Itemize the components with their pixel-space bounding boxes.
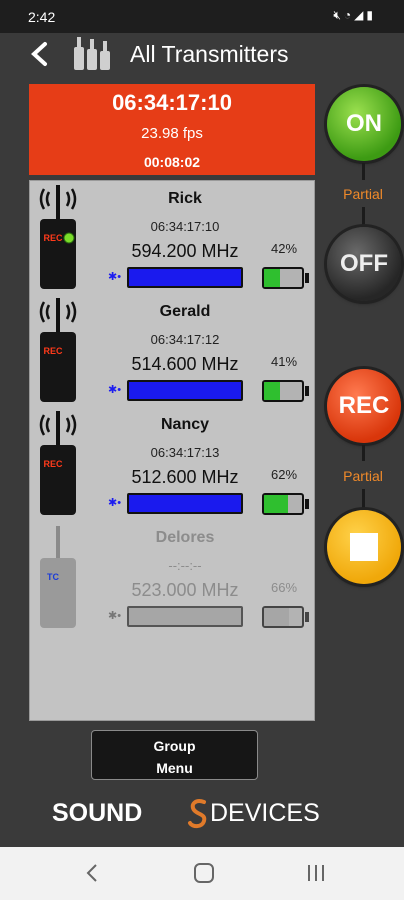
status-time: 2:42 bbox=[28, 9, 56, 25]
transmitter-frequency: 523.000 MHz bbox=[131, 580, 239, 600]
transmitter-row[interactable]: REC Nancy 06:34:17:13 512.600 MHz 62% ✱• bbox=[30, 407, 316, 521]
transmitter-frequency: 512.600 MHz bbox=[131, 467, 239, 487]
on-button[interactable]: ON bbox=[327, 87, 401, 161]
bluetooth-icon: ✱• bbox=[108, 497, 122, 509]
battery-percent: 42% bbox=[270, 241, 298, 256]
connector-line bbox=[362, 445, 365, 461]
system-nav-bar bbox=[0, 847, 404, 900]
group-menu-line1: Group bbox=[153, 738, 196, 754]
bluetooth-icon: ✱• bbox=[108, 384, 122, 396]
transmitter-timecode: 06:34:17:10 bbox=[150, 219, 220, 234]
group-menu-button[interactable]: Group Menu bbox=[91, 730, 258, 780]
connector-line bbox=[362, 489, 365, 508]
transmitter-icon: TC bbox=[36, 522, 84, 630]
status-bar: 2:42 🔇︎◔◢▮ bbox=[0, 0, 404, 33]
transmitter-timecode: 06:34:17:13 bbox=[150, 445, 220, 460]
battery-icon bbox=[262, 380, 304, 402]
connector-line bbox=[362, 163, 365, 180]
back-chevron-icon[interactable] bbox=[25, 37, 55, 71]
rf-meter bbox=[127, 267, 243, 288]
rf-meter bbox=[127, 606, 243, 627]
wifi-icon: ◔ bbox=[343, 8, 355, 22]
timecode-elapsed: 00:08:02 bbox=[143, 154, 201, 170]
bluetooth-icon: ✱• bbox=[108, 271, 122, 283]
brand-part1: SOUND bbox=[52, 799, 143, 827]
battery-percent: 66% bbox=[270, 580, 298, 595]
stop-button[interactable] bbox=[327, 510, 401, 584]
brand-part2: DEVICES bbox=[210, 799, 320, 827]
battery-tip bbox=[305, 273, 309, 283]
home-icon[interactable] bbox=[194, 863, 214, 883]
transmitter-icon: REC bbox=[36, 409, 84, 517]
transmitter-row[interactable]: TC Delores --:--:-- 523.000 MHz 66% ✱• bbox=[30, 520, 316, 634]
svg-text:REC: REC bbox=[43, 346, 63, 356]
transmitter-frequency: 594.200 MHz bbox=[131, 241, 239, 261]
partial-label-bottom: Partial bbox=[343, 468, 383, 484]
svg-text:REC: REC bbox=[43, 233, 63, 243]
timecode-main: 06:34:17:10 bbox=[112, 90, 232, 115]
recents-icon[interactable] bbox=[305, 863, 327, 883]
signal-icon: ◢ bbox=[354, 8, 367, 22]
battery-icon bbox=[262, 606, 304, 628]
svg-text:TC: TC bbox=[47, 572, 59, 582]
rf-meter bbox=[127, 380, 243, 401]
transmitter-row[interactable]: REC Rick 06:34:17:10 594.200 MHz 42% ✱• bbox=[30, 181, 316, 295]
page-title: All Transmitters bbox=[130, 41, 289, 67]
transmitter-name: Nancy bbox=[160, 416, 210, 433]
brand-swirl-icon bbox=[188, 799, 207, 829]
connector-line bbox=[362, 207, 365, 225]
battery-icon bbox=[262, 493, 304, 515]
app-bar: All Transmitters bbox=[0, 33, 404, 77]
brand-logo: SOUND DEVICES bbox=[52, 795, 352, 831]
bottles-icon bbox=[73, 35, 111, 71]
transmitter-timecode: 06:34:17:12 bbox=[150, 332, 220, 347]
status-icons: 🔇︎◔◢▮ bbox=[333, 8, 376, 23]
timecode-panel: 06:34:17:10 23.98 fps 00:08:02 bbox=[29, 84, 315, 175]
mute-icon: 🔇︎ bbox=[333, 8, 344, 22]
transmitter-name: Rick bbox=[168, 190, 202, 207]
svg-text:REC: REC bbox=[43, 459, 63, 469]
battery-tip bbox=[305, 386, 309, 396]
bluetooth-icon: ✱• bbox=[108, 610, 122, 622]
rf-meter bbox=[127, 493, 243, 514]
battery-icon: ▮ bbox=[366, 8, 376, 22]
battery-percent: 41% bbox=[270, 354, 298, 369]
back-icon[interactable] bbox=[82, 861, 102, 885]
battery-tip bbox=[305, 499, 309, 509]
battery-tip bbox=[305, 612, 309, 622]
transmitter-list: REC Rick 06:34:17:10 594.200 MHz 42% ✱• … bbox=[29, 180, 315, 721]
off-button[interactable]: OFF bbox=[327, 227, 401, 301]
timecode-fps: 23.98 fps bbox=[141, 125, 203, 142]
group-menu-line2: Menu bbox=[156, 760, 193, 776]
transmitter-timecode: --:--:-- bbox=[168, 558, 202, 573]
transmitter-name: Gerald bbox=[159, 303, 211, 320]
partial-label-top: Partial bbox=[343, 186, 383, 202]
transmitter-row[interactable]: REC Gerald 06:34:17:12 514.600 MHz 41% ✱… bbox=[30, 294, 316, 408]
battery-icon bbox=[262, 267, 304, 289]
battery-percent: 62% bbox=[270, 467, 298, 482]
transmitter-icon: REC bbox=[36, 296, 84, 404]
stop-icon bbox=[350, 533, 378, 561]
transmitter-name: Delores bbox=[155, 529, 215, 546]
rec-button[interactable]: REC bbox=[327, 369, 401, 443]
transmitter-icon: REC bbox=[36, 183, 84, 291]
transmitter-frequency: 514.600 MHz bbox=[131, 354, 239, 374]
